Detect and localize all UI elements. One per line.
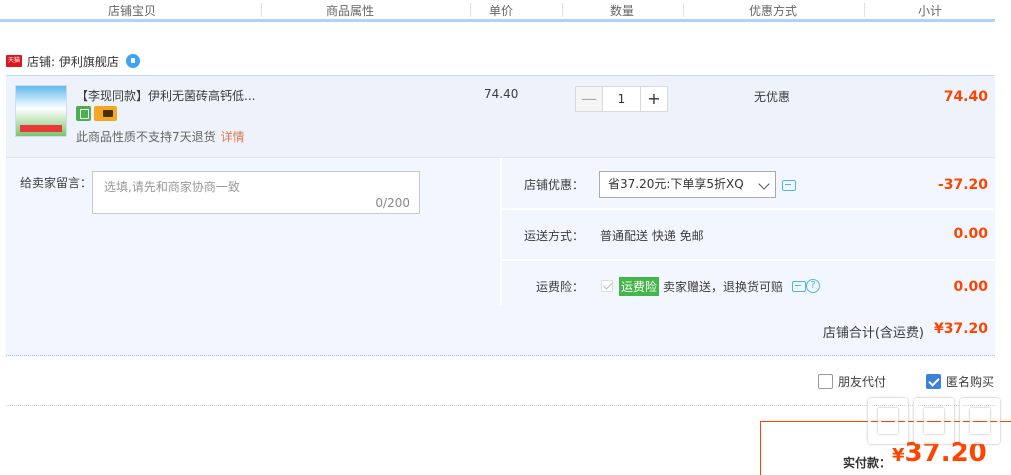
friend-pay-option[interactable]: 朋友代付 <box>818 373 886 390</box>
shop-discount-amount: -37.20 <box>937 177 988 193</box>
col-header-attr: 商品属性 <box>326 4 375 18</box>
tmall-icon: 天猫 <box>6 55 22 67</box>
shipping-label: 运送方式： <box>524 229 585 243</box>
shop-discount-label: 店铺优惠： <box>524 178 585 192</box>
panel-divider <box>502 259 995 261</box>
anonymous-buy-label: 匿名购买 <box>946 375 995 389</box>
table-header: 店铺宝贝 商品属性 单价 数量 优惠方式 小计 <box>0 0 995 22</box>
payment-label: 实付款： <box>843 456 892 470</box>
shop-discount-selected: 省37.20元:下单享5折XQ <box>608 177 744 191</box>
insurance-checkbox <box>601 280 613 292</box>
payment-amount: ¥37.20 <box>892 438 987 468</box>
insurance-text: 卖家赠送，退换货可赔 <box>663 280 784 294</box>
service-icons <box>76 106 117 121</box>
col-divider <box>683 3 684 17</box>
quantity-increase-button[interactable]: + <box>640 86 668 112</box>
shipping-method: 普通配送 快递 免邮 <box>600 229 704 243</box>
quantity-stepper: — 1 + <box>575 86 668 112</box>
insurance-badge: 运费险 <box>619 277 660 296</box>
shop-total-row: 店铺合计(含运费) ¥37.20 <box>6 307 995 356</box>
anonymous-buy-checkbox[interactable] <box>926 374 941 389</box>
panel-divider <box>502 208 995 210</box>
panel-divider <box>500 158 502 305</box>
unit-price: 74.40 <box>484 87 519 101</box>
message-to-seller-input[interactable]: 选填,请先和商家协商一致 0/200 <box>92 171 420 214</box>
no-return-notice: 此商品性质不支持7天退货 详情 <box>76 128 245 145</box>
message-char-counter: 0/200 <box>375 196 410 210</box>
discount-method: 无优惠 <box>754 90 791 104</box>
detail-link[interactable]: 详情 <box>221 130 245 144</box>
shipping-amount: 0.00 <box>953 226 988 242</box>
col-divider <box>261 3 262 17</box>
col-header-discount: 优惠方式 <box>749 4 798 18</box>
shop-discount-select[interactable]: 省37.20元:下单享5折XQ <box>599 171 776 198</box>
anonymous-buy-option[interactable]: 匿名购买 <box>926 373 994 390</box>
product-title-link[interactable]: 【李现同款】伊利无菌砖高钙低... <box>76 87 255 104</box>
shop-total-amount: ¥37.20 <box>933 321 988 337</box>
col-header-item: 店铺宝贝 <box>108 4 157 18</box>
shop-name-link[interactable]: 店铺: 伊利旗舰店 <box>27 53 119 70</box>
payment-summary-box: 实付款： ¥37.20 <box>760 421 1011 475</box>
col-header-qty: 数量 <box>610 4 635 18</box>
friend-pay-label: 朋友代付 <box>838 375 887 389</box>
message-label: 给卖家留言： <box>20 176 93 190</box>
quantity-input[interactable]: 1 <box>603 86 640 112</box>
insurance-amount: 0.00 <box>953 279 988 295</box>
currency-symbol: ¥ <box>892 445 905 466</box>
guarantee-icon[interactable] <box>76 106 91 121</box>
card-payment-icon[interactable] <box>94 106 117 121</box>
divider <box>6 405 995 406</box>
order-item-row: 【李现同款】伊利无菌砖高钙低... 此商品性质不支持7天退货 详情 74.40 —… <box>6 75 995 157</box>
item-subtotal: 74.40 <box>943 89 988 105</box>
help-icon[interactable]: ? <box>806 279 820 293</box>
wangwang-chat-icon[interactable] <box>125 54 140 68</box>
comment-icon[interactable] <box>782 180 796 191</box>
message-placeholder: 选填,请先和商家协商一致 <box>104 180 240 194</box>
col-header-subtotal: 小计 <box>918 4 943 18</box>
col-header-price: 单价 <box>489 4 514 18</box>
no-return-text: 此商品性质不支持7天退货 <box>76 130 216 144</box>
col-divider <box>562 3 563 17</box>
quantity-decrease-button[interactable]: — <box>575 86 603 112</box>
comment-icon[interactable] <box>792 281 806 292</box>
payment-value: 37.20 <box>904 438 987 468</box>
insurance-label: 运费险： <box>536 280 585 294</box>
product-thumbnail[interactable] <box>15 85 67 137</box>
col-divider <box>470 3 471 17</box>
chevron-down-icon <box>758 178 770 190</box>
shop-line: 天猫 店铺: 伊利旗舰店 <box>6 52 140 70</box>
col-divider <box>864 3 865 17</box>
shop-total-label: 店铺合计(含运费) <box>822 326 924 341</box>
order-extras-panel: 给卖家留言： 选填,请先和商家协商一致 0/200 店铺优惠： 省37.20元:… <box>6 157 995 307</box>
friend-pay-checkbox[interactable] <box>818 374 833 389</box>
